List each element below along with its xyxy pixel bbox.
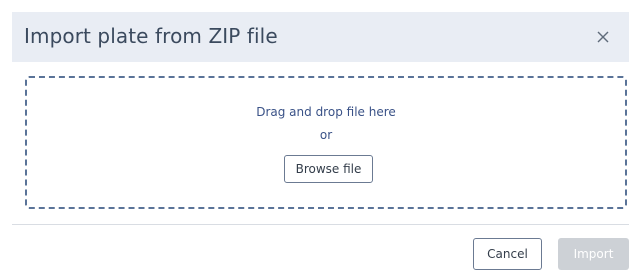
browse-file-button[interactable]: Browse file: [284, 155, 373, 183]
close-button[interactable]: [593, 27, 613, 47]
dropzone-separator: or: [319, 128, 333, 142]
import-button[interactable]: Import: [558, 238, 629, 270]
footer-divider: [12, 224, 629, 225]
file-dropzone[interactable]: Drag and drop file here or Browse file: [25, 76, 627, 209]
close-icon: [597, 31, 609, 43]
cancel-button[interactable]: Cancel: [473, 238, 542, 270]
dropzone-instruction: Drag and drop file here: [256, 105, 396, 119]
dialog-title: Import plate from ZIP file: [24, 24, 278, 48]
import-dialog: Import plate from ZIP file Drag and drop…: [0, 0, 630, 270]
dialog-header: Import plate from ZIP file: [12, 12, 629, 62]
